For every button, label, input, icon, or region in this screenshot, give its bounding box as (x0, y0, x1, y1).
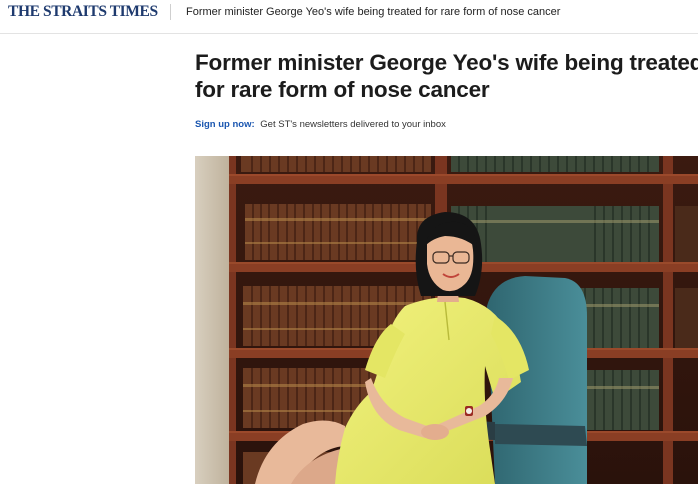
newsletter-signup: Sign up now: Get ST's newsletters delive… (195, 118, 446, 132)
article-photo (195, 156, 698, 484)
headline-line-1: Former minister George Yeo's wife being … (195, 50, 698, 75)
newsletter-text: Get ST's newsletters delivered to your i… (260, 119, 446, 130)
newsletter-signup-link[interactable]: Sign up now: (195, 119, 255, 130)
header-divider (170, 4, 171, 20)
top-header: THE STRAITS TIMES Former minister George… (0, 0, 698, 34)
headline-line-2: for rare form of nose cancer (195, 77, 490, 102)
site-logo[interactable]: THE STRAITS TIMES (8, 2, 158, 22)
photo-illustration (195, 156, 698, 484)
header-article-title: Former minister George Yeo's wife being … (186, 6, 561, 18)
article-headline: Former minister George Yeo's wife being … (195, 49, 698, 103)
